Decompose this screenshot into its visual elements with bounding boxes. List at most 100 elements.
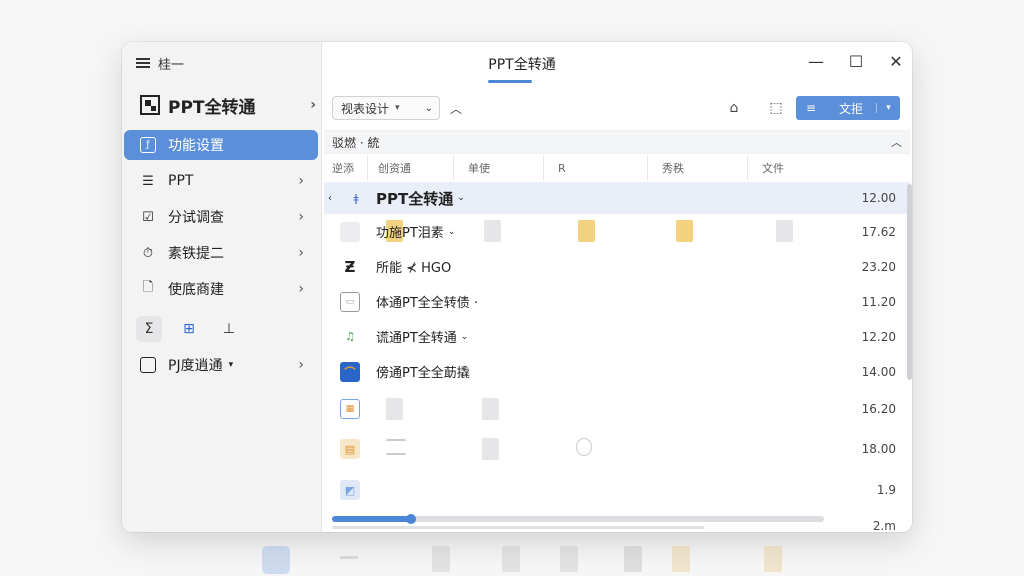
row-name: 傍通PT全全莇撬 [376,366,470,381]
main-pane: PPT全转通 — ☐ ✕ 视表设计 ▾ ⌄ ︿ ⌂ ⬚ ≡ 文拒 ▾ 驳燃 · … [322,42,912,532]
row-name: 所能 ⊀ HGO [376,261,452,276]
ppt-file-icon: ǂ [353,191,359,205]
timer-icon: ⏱ [142,245,154,261]
scrollbar-thumb[interactable] [332,516,410,522]
row-value: 2.m [872,519,896,532]
app-logo-icon [140,95,160,115]
slide-icon: ▭ [340,291,360,312]
share-icon[interactable]: ⌂ [724,98,744,118]
list-item[interactable]: 功施PT泪素 ⌄ 17.62 [324,214,910,249]
export-icon[interactable]: ⬚ [766,98,786,118]
caret-down-icon: ▾ [395,103,400,113]
format-icon: Ƶ [344,257,356,276]
calendar-icon [140,357,156,373]
document-icon [386,398,403,420]
app-title[interactable]: PPT全转通 › [140,92,316,118]
horizontal-scrollbar[interactable] [332,514,824,524]
column-header-cell[interactable]: 单使 [454,156,544,180]
file-button-label: 文拒 [838,101,863,116]
archive-icon: ▤ [340,439,360,459]
sidebar-item-ppt[interactable]: ☰ PPT › [124,166,318,196]
sidebar-last: PJ度逍通 ▾ › [124,350,318,386]
sidebar-item-calendar[interactable]: PJ度逍通 ▾ › [124,350,318,380]
chevron-right-icon: › [298,173,304,189]
chevron-right-icon: › [298,245,304,261]
row-value: 16.20 [861,402,896,416]
row-name: PPT全转通 [376,189,454,208]
row-value: 14.00 [861,364,896,379]
minimize-icon[interactable]: — [808,52,824,71]
file-button[interactable]: ≡ 文拒 ▾ [796,96,900,120]
app-window: 桂一 PPT全转通 › ƒ 功能设置 ☰ PPT › ☑ 分试调查 › ⏱ 素铁… [122,42,912,532]
window-reflection [260,540,820,576]
chart-icon[interactable]: ⊞ [176,316,202,342]
image-file-icon: ▦ [340,399,360,419]
chevron-right-icon: › [310,97,316,113]
list-item[interactable]: ‹ ǂ PPT全转通 ⌄ 12.00 [324,182,910,214]
reflection-icons [262,546,782,574]
close-icon[interactable]: ✕ [888,52,904,71]
list-item[interactable]: ▭ 体通PT全全转债 · 11.20 [324,284,910,319]
folder-icon [676,220,693,242]
sidebar: 桂一 PPT全转通 › ƒ 功能设置 ☰ PPT › ☑ 分试调查 › ⏱ 素铁… [122,42,322,532]
dropdown-arrow-icon[interactable]: ▾ [876,103,900,113]
document-icon [484,220,501,242]
sidebar-item-document[interactable]: 🗋 使底商建 › [124,274,318,304]
column-header-cell[interactable]: R [544,156,648,180]
row-name: 体通PT全全转债 · [376,296,479,311]
scrollbar-handle[interactable] [406,514,416,524]
menu-lines-icon: ≡ [805,101,817,115]
file-icon: ◩ [340,480,360,500]
pdf-icon [482,438,499,460]
list-item[interactable]: ⌒ 傍通PT全全莇撬 14.00 [324,354,910,389]
app-title-text: PPT全转通 [168,97,256,118]
column-header-cell[interactable]: 逆添 [324,156,368,180]
sidebar-item-label: 素铁提二 [168,246,224,262]
sidebar-nav: ƒ 功能设置 ☰ PPT › ☑ 分试调查 › ⏱ 素铁提二 › 🗋 使底商建 … [124,130,318,310]
row-value: 11.20 [861,294,896,309]
column-header-cell[interactable]: 秀秩 [648,156,748,180]
chart-alt-icon[interactable]: ⊥ [216,316,242,342]
column-header-cell[interactable]: 文件 [748,156,848,180]
filter-label: 驳燃 · 統 [332,135,380,150]
maximize-icon[interactable]: ☐ [848,52,864,71]
row-value: 12.20 [861,329,896,344]
sidebar-item-survey[interactable]: ☑ 分试调查 › [124,202,318,232]
list-item[interactable]: Ƶ 所能 ⊀ HGO 23.20 [324,249,910,284]
title-underline [488,80,532,83]
row-value: 17.62 [861,224,896,239]
sigma-icon[interactable]: Σ [136,316,162,342]
menu-label: 桂一 [158,57,185,73]
row-value: 23.20 [861,259,896,274]
sidebar-item-timer[interactable]: ⏱ 素铁提二 › [124,238,318,268]
document-icon [482,398,499,420]
row-name: 谎通PT全转通 [376,331,457,346]
row-value: 18.00 [861,442,896,456]
sidebar-item-function-settings[interactable]: ƒ 功能设置 [124,130,318,160]
file-list: ‹ ǂ PPT全转通 ⌄ 12.00 功施PT泪素 ⌄ 17.62 Ƶ 所能 ⊀… [324,182,910,532]
menu-button[interactable]: 桂一 [136,52,184,74]
hamburger-icon [136,58,150,68]
list-item[interactable]: ◩ 1.9 [324,469,910,511]
vertical-scrollbar[interactable] [907,184,912,380]
view-select[interactable]: 视表设计 ▾ ⌄ [332,96,440,120]
column-header-cell[interactable]: 创资通 [368,156,454,180]
collapse-arrow-icon[interactable]: ‹ [328,193,336,204]
list-item[interactable]: ♫ 谎通PT全转通 ⌄ 12.20 [324,319,910,354]
sidebar-item-label: 使底商建 [168,282,224,298]
filter-bar[interactable]: 驳燃 · 統 ︿ [324,130,910,154]
list-item[interactable]: ▤ 18.00 [324,429,910,469]
document-icon: 🗋 [142,280,154,295]
list-item[interactable]: ▦ 16.20 [324,389,910,429]
sidebar-item-label: 分试调查 [168,210,224,226]
chevron-up-icon[interactable]: ︿ [450,100,462,117]
chevron-right-icon: › [298,209,304,225]
secondary-scrollbar[interactable] [332,526,704,529]
folder-icon [578,220,595,242]
caret-down-icon: ⌄ [447,226,456,237]
presentation-icon: ⌒ [340,361,360,382]
caret-down-icon: ⌄ [460,331,469,342]
dropdown-arrow-icon: ▾ [228,360,234,370]
spreadsheet-icon: ♫ [345,330,355,343]
chevron-up-icon[interactable]: ︿ [891,134,902,150]
